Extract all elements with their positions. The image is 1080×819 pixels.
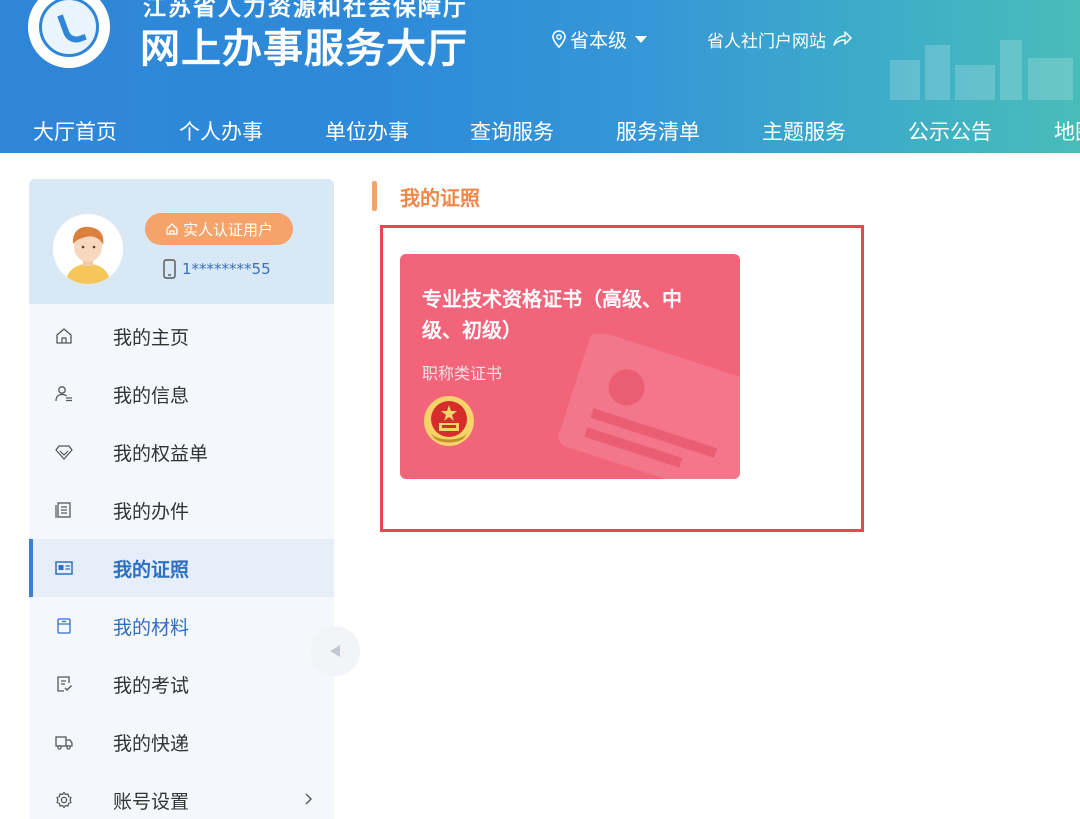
sidebar: 实人认证用户 1********55 我的主页 我的信息 我的权益单 我的办件 … [29, 179, 334, 819]
sidebar-item-rights[interactable]: 我的权益单 [29, 423, 334, 481]
site-title: 网上办事服务大厅 [140, 26, 468, 72]
nav-item-theme[interactable]: 主题服务 [762, 116, 846, 146]
sidebar-item-label: 我的材料 [113, 617, 190, 639]
skyline-decoration [890, 40, 1073, 100]
certificate-title: 专业技术资格证书（高级、中级、初级） [422, 287, 682, 342]
sidebar-item-account-settings[interactable]: 账号设置 [29, 771, 334, 819]
sidebar-item-materials[interactable]: 我的材料 [29, 597, 334, 655]
nav-item-home[interactable]: 大厅首页 [33, 116, 117, 146]
portal-link[interactable]: 省人社门户网站 [707, 26, 852, 52]
certificate-card[interactable]: 专业技术资格证书（高级、中级、初级） 职称类证书 [400, 254, 740, 479]
avatar[interactable] [53, 214, 123, 284]
verified-user-label: 实人认证用户 [182, 220, 273, 239]
sidebar-item-label: 我的主页 [113, 327, 190, 349]
logo-emblem [39, 0, 99, 57]
sidebar-item-certificates[interactable]: 我的证照 [29, 539, 334, 597]
truck-icon [55, 736, 73, 750]
nav-item-announcements[interactable]: 公示公告 [908, 116, 992, 146]
site-header: 江苏省人力资源和社会保障厅 网上办事服务大厅 省本级 省人社门户网站 大厅首页 … [0, 0, 1080, 153]
chevron-right-icon [305, 793, 312, 805]
triangle-left-icon [330, 645, 340, 657]
diamond-icon [55, 445, 73, 460]
folder-icon [57, 618, 71, 634]
sidebar-item-label: 我的办件 [113, 501, 190, 523]
mobile-phone-icon [163, 259, 176, 279]
id-card-watermark-icon [558, 334, 740, 479]
nav-item-service-list[interactable]: 服务清单 [616, 116, 700, 146]
exam-icon [57, 676, 72, 692]
location-pin-icon [552, 30, 566, 48]
site-logo[interactable] [28, 0, 110, 68]
verified-user-badge: 实人认证用户 [145, 213, 293, 245]
sidebar-item-delivery[interactable]: 我的快递 [29, 713, 334, 771]
sidebar-item-label: 我的快递 [113, 733, 190, 755]
home-icon [56, 328, 72, 344]
id-card-icon [55, 561, 73, 575]
chevron-down-icon [635, 35, 648, 43]
sidebar-item-label: 我的考试 [113, 675, 190, 697]
verified-home-icon [166, 223, 178, 235]
sidebar-item-label: 我的证照 [113, 559, 190, 581]
sidebar-item-exams[interactable]: 我的考试 [29, 655, 334, 713]
sidebar-collapse-button[interactable] [310, 626, 360, 676]
main-nav: 大厅首页 个人办事 单位办事 查询服务 服务清单 主题服务 公示公告 地图 [0, 106, 1080, 153]
sidebar-item-home[interactable]: 我的主页 [29, 307, 334, 365]
sidebar-item-info[interactable]: 我的信息 [29, 365, 334, 423]
share-arrow-icon [833, 31, 852, 46]
nav-item-map[interactable]: 地图 [1054, 116, 1080, 146]
certificate-type: 职称类证书 [422, 364, 503, 383]
user-phone: 1********55 [163, 259, 271, 279]
sidebar-item-label: 我的信息 [113, 385, 190, 407]
user-info-icon [55, 386, 72, 402]
nav-item-query[interactable]: 查询服务 [470, 116, 554, 146]
document-list-icon [55, 502, 71, 518]
sidebar-item-label: 我的权益单 [113, 443, 209, 465]
national-emblem-icon [424, 396, 474, 446]
nav-item-personal[interactable]: 个人办事 [179, 116, 263, 146]
logo-mark [57, 9, 87, 47]
user-profile: 实人认证用户 1********55 [29, 179, 334, 304]
nav-item-organization[interactable]: 单位办事 [325, 116, 409, 146]
sidebar-item-cases[interactable]: 我的办件 [29, 481, 334, 539]
section-accent-bar [372, 181, 377, 211]
avatar-illustration [53, 214, 123, 284]
region-label: 省本级 [570, 29, 628, 52]
region-selector[interactable]: 省本级 [552, 26, 648, 52]
section-title: 我的证照 [400, 186, 480, 210]
sidebar-item-label: 账号设置 [113, 791, 190, 813]
portal-link-label: 省人社门户网站 [707, 31, 826, 52]
phone-number: 1********55 [182, 260, 271, 278]
gear-icon [56, 791, 72, 809]
